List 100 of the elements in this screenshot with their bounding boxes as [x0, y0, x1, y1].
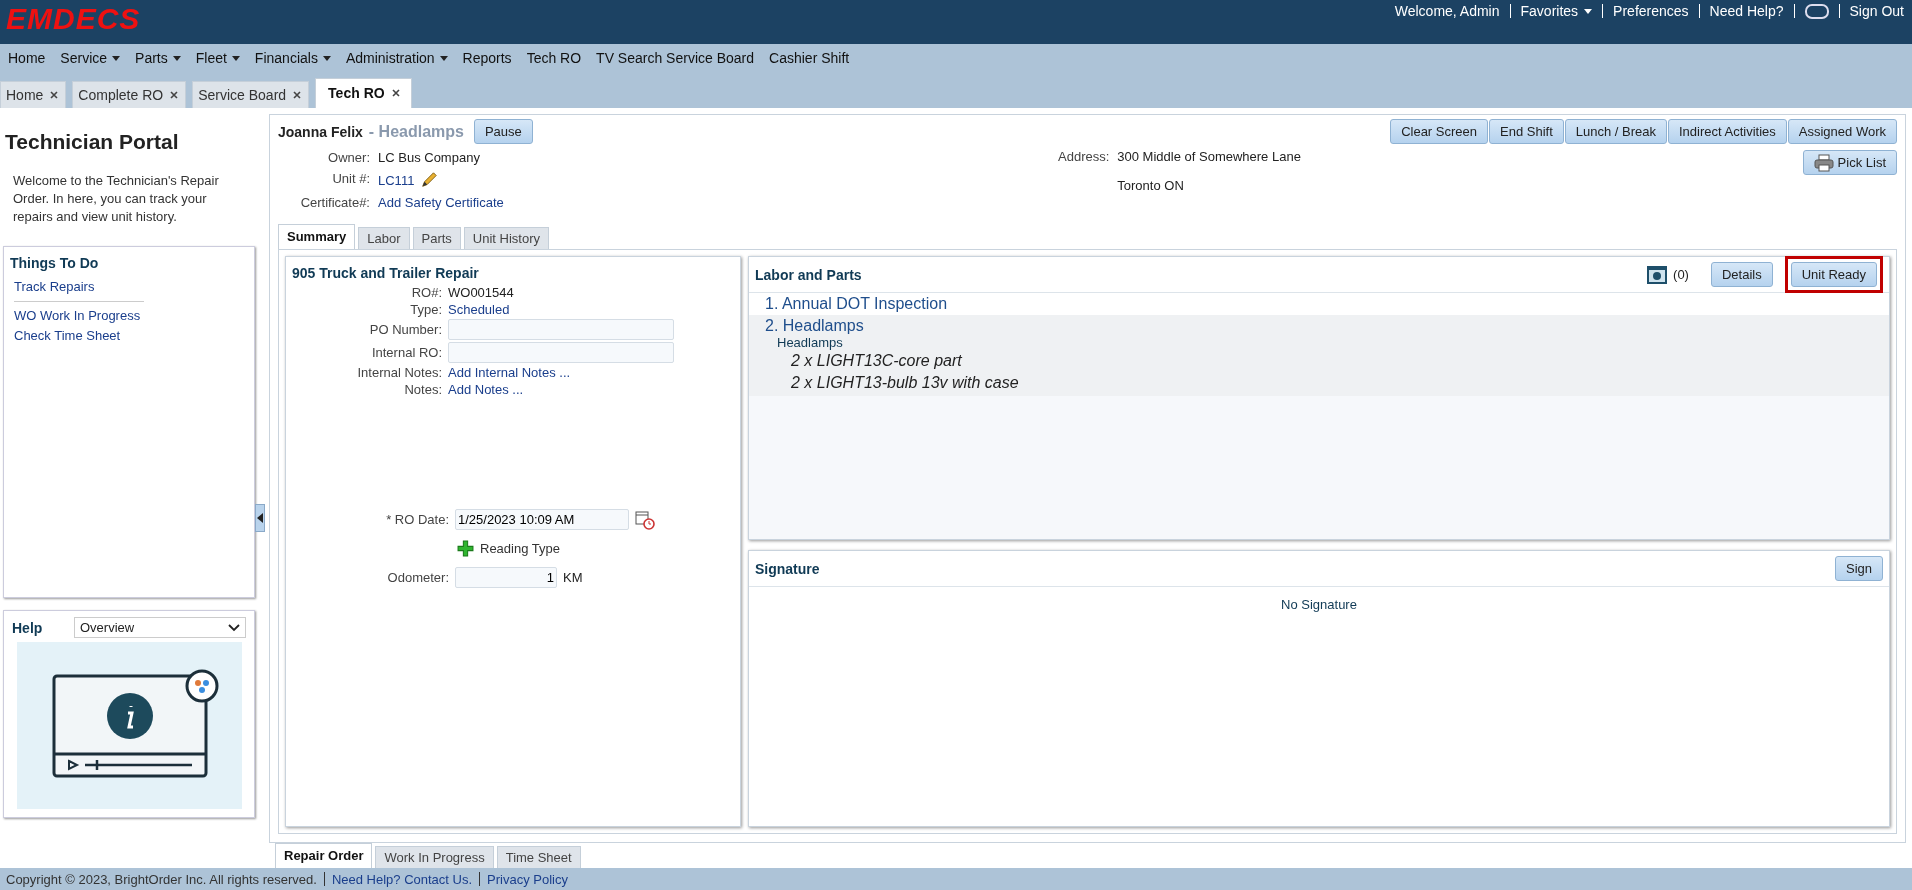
detail-tab[interactable]: Parts	[412, 227, 461, 249]
field-label: Unit #:	[331, 171, 370, 188]
labor-button[interactable]: Unit Ready	[1790, 262, 1877, 287]
pause-button[interactable]: Pause	[473, 119, 533, 144]
field-link[interactable]: Add Internal Notes ...	[448, 365, 571, 380]
todo-title: Things To Do	[10, 255, 100, 271]
caret-icon	[112, 55, 121, 61]
input-field[interactable]	[448, 342, 674, 363]
technician-name: Joanna Felix	[278, 123, 363, 140]
menu-item[interactable]: Cashier Shift	[769, 50, 850, 66]
menu-item[interactable]: Home	[8, 50, 46, 66]
unit-text: KM	[563, 570, 583, 585]
signature-status: No Signature	[1280, 597, 1358, 612]
page-tab[interactable]: Tech RO	[315, 78, 412, 108]
menu-item[interactable]: Administration	[345, 50, 448, 66]
unit-link[interactable]: LC111	[378, 172, 415, 188]
bottom-tab[interactable]: Work In Progress	[375, 846, 494, 868]
field-label: Notes:	[403, 382, 442, 397]
bottom-tab[interactable]: Repair Order	[275, 843, 373, 868]
field-link[interactable]: Scheduled	[448, 302, 510, 317]
calendar-clock-icon[interactable]	[635, 509, 655, 530]
field-label: Certificate#:	[299, 195, 370, 210]
action-button[interactable]: Indirect Activities	[1668, 119, 1787, 144]
page-tab[interactable]: Home	[0, 81, 67, 108]
printer-icon	[1813, 153, 1834, 172]
action-button[interactable]: Assigned Work	[1787, 119, 1897, 144]
address-line: Toronto ON	[1117, 178, 1185, 193]
pencil-icon[interactable]	[420, 171, 439, 189]
job-link[interactable]: 2. Headlamps	[765, 317, 864, 335]
page-tab[interactable]: Complete RO	[72, 81, 187, 108]
menu-item[interactable]: Tech RO	[526, 50, 582, 66]
help-topic-select[interactable]: Overview	[74, 617, 246, 638]
pick-list-button[interactable]: Pick List	[1802, 150, 1897, 175]
job-subtitle: Headlamps	[777, 335, 843, 350]
left-arrow-icon	[257, 513, 263, 523]
field-label: Internal RO:	[370, 345, 442, 360]
plus-icon	[457, 540, 474, 557]
field-label: PO Number:	[368, 322, 442, 337]
certificate-link[interactable]: Add Safety Certificate	[378, 195, 504, 210]
close-icon[interactable]	[169, 90, 180, 100]
job-title: - Headlamps	[368, 122, 464, 141]
footer-link[interactable]: Privacy Policy	[487, 871, 568, 887]
field-label: Odometer:	[386, 570, 449, 585]
todo-link[interactable]: Track Repairs	[14, 277, 144, 302]
chevron-icon	[228, 623, 240, 632]
close-icon[interactable]	[390, 88, 401, 98]
caret-icon	[1584, 8, 1593, 14]
job-row[interactable]: 2. Headlamps Headlamps 2 x LIGHT13C-core part 2 x LIGHT13-bulb 13v with case	[749, 315, 1889, 396]
part-line: 2 x LIGHT13C-core part	[791, 351, 962, 371]
reading-type-link[interactable]: Reading Type	[457, 540, 560, 557]
sign-button[interactable]: Sign	[1834, 556, 1883, 581]
help-title: Help	[12, 619, 43, 636]
detail-tab[interactable]: Unit History	[463, 227, 550, 249]
footer-link[interactable]: Need Help? Contact Us.	[331, 871, 473, 887]
detail-tab[interactable]: Labor	[358, 227, 410, 249]
action-button[interactable]: Lunch / Break	[1564, 119, 1667, 144]
page-tab[interactable]: Service Board	[192, 81, 310, 108]
header-link[interactable]: Need Help?	[1709, 3, 1784, 19]
part-line: 2 x LIGHT13-bulb 13v with case	[791, 373, 1019, 393]
menu-item[interactable]: Parts	[135, 50, 181, 66]
favorites-menu[interactable]: Favorites	[1520, 3, 1593, 19]
date-field[interactable]: 1/25/2023 10:09 AM	[455, 509, 629, 530]
close-icon[interactable]	[292, 90, 303, 100]
menu-item[interactable]: Reports	[462, 50, 512, 66]
action-button[interactable]: End Shift	[1489, 119, 1564, 144]
job-row[interactable]: 1. Annual DOT Inspection	[749, 293, 1889, 315]
collapse-handle[interactable]	[255, 504, 265, 532]
intro-text: Welcome to the Technician's Repair Order. In here, you can track your repairs and view unit history.	[13, 172, 220, 226]
caret-icon	[439, 55, 448, 61]
close-icon[interactable]	[49, 90, 60, 100]
field-label: RO#:	[410, 285, 442, 300]
welcome-text: Welcome, Admin	[1394, 3, 1500, 19]
header-link[interactable]: Preferences	[1613, 3, 1689, 19]
menu-item[interactable]: Fleet	[195, 50, 240, 66]
bottom-tab[interactable]: Time Sheet	[496, 846, 581, 868]
todo-link[interactable]: WO Work In Progress	[14, 306, 141, 326]
copyright-text: Copyright © 2023, BrightOrder Inc. All rights reserved.	[6, 871, 317, 887]
portal-title: Technician Portal	[5, 130, 180, 154]
detail-tab[interactable]: Summary	[278, 224, 356, 249]
field-label: Type:	[409, 302, 442, 317]
field-value: WO001544	[448, 285, 515, 300]
menu-item[interactable]: Service	[60, 50, 121, 66]
photo-count: (0)	[1673, 267, 1689, 282]
menu-item[interactable]: TV Search Service Board	[596, 50, 755, 66]
address-line: 300 Middle of Somewhere Lane	[1117, 149, 1301, 164]
logo: EMDECS	[5, 1, 141, 36]
caret-icon	[172, 55, 181, 61]
caret-icon	[231, 55, 240, 61]
camera-icon[interactable]	[1647, 265, 1668, 284]
field-label: Owner:	[327, 150, 370, 165]
menu-item[interactable]: Financials	[254, 50, 331, 66]
header-link[interactable]: Sign Out	[1849, 3, 1904, 19]
field-label: Internal Notes:	[356, 365, 442, 380]
action-button[interactable]: Clear Screen	[1390, 119, 1488, 144]
input-field[interactable]	[448, 319, 674, 340]
odometer-field[interactable]: 1	[455, 567, 557, 588]
labor-button[interactable]: Details	[1710, 262, 1773, 287]
job-link[interactable]: 1. Annual DOT Inspection	[765, 295, 948, 313]
field-link[interactable]: Add Notes ...	[448, 382, 524, 397]
todo-link[interactable]: Check Time Sheet	[14, 326, 121, 346]
